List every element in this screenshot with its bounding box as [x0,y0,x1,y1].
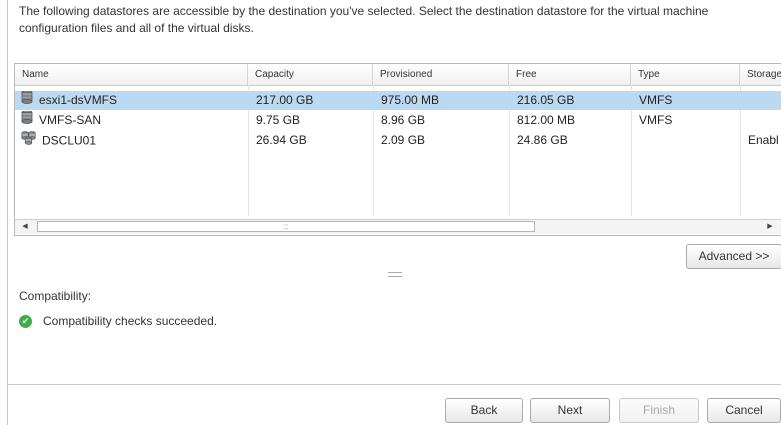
success-check-icon: ✔ [19,314,32,328]
datastore-name: DSCLU01 [42,133,97,148]
back-button[interactable]: Back [445,398,523,423]
next-button[interactable]: Next [530,398,610,423]
provisioned-cell: 8.96 GB [381,113,426,127]
scroll-left-arrow-icon[interactable]: ◀ [18,221,32,233]
column-header-type[interactable]: Type [631,64,740,85]
capacity-cell: 26.94 GB [256,133,307,147]
datastore-icon [21,111,33,130]
compatibility-status: ✔ Compatibility checks succeeded. [19,314,217,328]
horizontal-scrollbar[interactable]: ◀ :: ▶ [15,219,781,234]
advanced-button[interactable]: Advanced >> [686,244,781,269]
capacity-cell: 217.00 GB [256,93,314,107]
free-cell: 216.05 GB [517,93,575,107]
type-cell: VMFS [639,113,673,127]
table-row[interactable]: esxi1-dsVMFS 217.00 GB 975.00 MB 216.05 … [15,91,781,110]
provisioned-cell: 975.00 MB [381,93,440,107]
datastore-grid[interactable]: Name Capacity Provisioned Free Type Stor… [14,63,781,236]
compatibility-status-text: Compatibility checks succeeded. [43,314,218,328]
storage-cell [740,111,781,130]
free-cell: 812.00 MB [517,113,576,127]
column-header-name[interactable]: Name [15,64,248,85]
datastore-icon [21,91,33,110]
compatibility-label: Compatibility: [19,289,92,303]
instructions-text: The following datastores are accessible … [19,4,709,35]
free-cell: 24.86 GB [517,133,568,147]
scroll-right-arrow-icon[interactable]: ▶ [763,221,777,233]
datastore-cluster-icon [21,131,36,150]
type-cell: VMFS [639,93,673,107]
footer-divider [7,384,781,385]
provisioned-cell: 2.09 GB [381,133,426,147]
scroll-thumb[interactable]: :: [37,221,535,232]
capacity-cell: 9.75 GB [256,113,301,127]
storage-cell: Enabl [748,133,779,147]
type-cell [631,131,740,150]
storage-cell [740,91,781,110]
table-row[interactable]: DSCLU01 26.94 GB 2.09 GB 24.86 GB Enabl [15,131,781,150]
cancel-button[interactable]: Cancel [707,398,781,423]
datastore-name: VMFS-SAN [39,113,102,128]
pane-splitter-handle[interactable] [388,272,402,277]
column-header-free[interactable]: Free [509,64,631,85]
grid-header: Name Capacity Provisioned Free Type Stor… [15,64,781,86]
column-header-capacity[interactable]: Capacity [248,64,373,85]
table-row[interactable]: VMFS-SAN 9.75 GB 8.96 GB 812.00 MB VMFS [15,111,781,130]
dialog-left-border [7,0,8,425]
datastore-name: esxi1-dsVMFS [39,93,118,108]
column-header-storage[interactable]: Storage [740,64,781,85]
column-header-provisioned[interactable]: Provisioned [373,64,509,85]
finish-button[interactable]: Finish [619,398,699,423]
